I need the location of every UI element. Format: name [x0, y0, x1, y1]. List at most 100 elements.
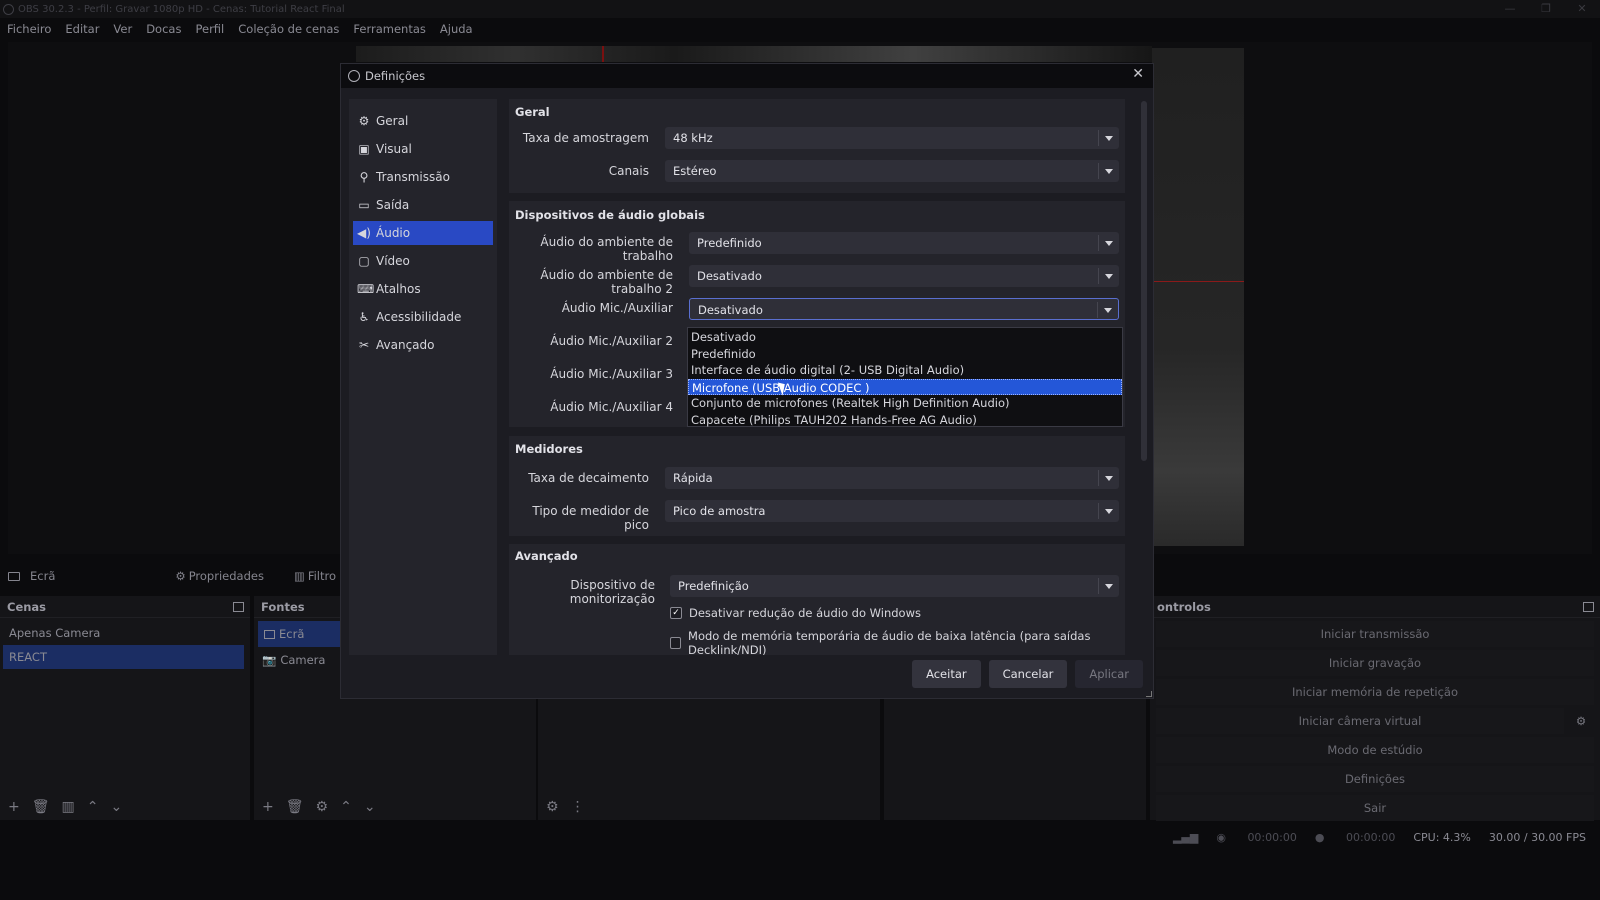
scenes-dock: Cenas Apenas Camera REACT + 🗑 ▥ ⌃ ⌄: [0, 596, 250, 820]
menu-ferramentas[interactable]: Ferramentas: [353, 22, 425, 36]
sources-footer: + 🗑 ⚙ ⌃ ⌄: [254, 794, 536, 820]
sidebar-item-audio[interactable]: ◀) Áudio: [353, 221, 493, 245]
trash-icon[interactable]: 🗑: [32, 799, 50, 815]
close-window-icon[interactable]: ✕: [1564, 0, 1600, 18]
filter-icon[interactable]: ▥: [62, 799, 75, 815]
properties-button[interactable]: ⚙ Propriedades: [175, 569, 264, 583]
mic-aux-2-label: Áudio Mic./Auxiliar 2: [550, 334, 673, 348]
statusbar: ▂▄▆ ◉ 00:00:00 ● 00:00:00 CPU: 4.3% 30.0…: [0, 826, 1600, 848]
accessibility-icon: ♿: [358, 310, 370, 324]
scene-item[interactable]: Apenas Camera: [0, 621, 250, 645]
filters-button[interactable]: ▥ Filtro: [294, 569, 336, 583]
gear-icon[interactable]: ⚙: [316, 799, 329, 815]
chevron-down-icon: [1105, 476, 1113, 481]
sidebar-item-visual[interactable]: ▣ Visual: [353, 137, 493, 161]
add-icon[interactable]: +: [262, 799, 274, 815]
chevron-down-icon: [1105, 169, 1113, 174]
camera-icon: 📷: [262, 653, 277, 667]
move-up-icon[interactable]: ⌃: [340, 799, 352, 815]
gear-icon: ⚙: [358, 114, 370, 128]
current-source: Ecrã: [8, 569, 55, 583]
menu-ver[interactable]: Ver: [113, 22, 132, 36]
controls-dock: ontrolos Iniciar transmissão Iniciar gra…: [1150, 596, 1600, 821]
signal-icon: ▂▄▆: [1172, 830, 1199, 844]
mic-aux-select[interactable]: Desativado: [689, 298, 1119, 320]
decay-rate-select[interactable]: Rápida: [665, 467, 1119, 489]
desktop-audio-label: Áudio do ambiente de trabalho: [540, 235, 673, 263]
sidebar-item-geral[interactable]: ⚙ Geral: [353, 109, 493, 133]
move-up-icon[interactable]: ⌃: [87, 799, 99, 815]
sidebar-item-video[interactable]: ▢ Vídeo: [353, 249, 493, 273]
chevron-down-icon: [1105, 509, 1113, 514]
cancel-button[interactable]: Cancelar: [988, 660, 1068, 688]
dropdown-option-highlighted[interactable]: Microfone (USB Audio CODEC ): [688, 378, 1122, 395]
trash-icon[interactable]: 🗑: [286, 799, 304, 815]
minimize-icon[interactable]: —: [1492, 0, 1528, 18]
sample-rate-select[interactable]: 48 kHz: [665, 127, 1119, 149]
menu-editar[interactable]: Editar: [65, 22, 99, 36]
sidebar-item-acessibilidade[interactable]: ♿ Acessibilidade: [353, 305, 493, 329]
scene-item[interactable]: REACT: [3, 645, 244, 669]
disable-ducking-checkbox[interactable]: ✓ Desativar redução de áudio do Windows: [670, 606, 921, 620]
checkmark-icon: ✓: [670, 607, 682, 619]
menu-ficheiro[interactable]: Ficheiro: [7, 22, 51, 36]
resize-grip-icon[interactable]: [1146, 691, 1152, 697]
checkbox-empty: [670, 637, 682, 649]
sidebar-item-saida[interactable]: ▭ Saída: [353, 193, 493, 217]
move-down-icon[interactable]: ⌄: [364, 799, 376, 815]
fps-readout: 30.00 / 30.00 FPS: [1488, 830, 1586, 844]
sidebar-item-transmissao[interactable]: ⚲ Transmissão: [353, 165, 493, 189]
more-options-icon[interactable]: ⋮: [571, 799, 585, 815]
close-icon[interactable]: ✕: [1132, 66, 1144, 82]
add-icon[interactable]: +: [8, 799, 20, 815]
menu-perfil[interactable]: Perfil: [195, 22, 224, 36]
monitor-icon: ▢: [358, 254, 370, 268]
low-latency-checkbox[interactable]: Modo de memória temporária de áudio de b…: [670, 629, 1125, 655]
undock-icon[interactable]: [233, 602, 244, 612]
window-title: OBS 30.2.3 - Perfil: Gravar 1080p HD - C…: [18, 3, 345, 15]
tools-icon: ✂: [358, 338, 370, 352]
stream-time: ◉ 00:00:00: [1216, 830, 1297, 844]
desktop-audio-select[interactable]: Predefinido: [689, 232, 1119, 254]
menu-docas[interactable]: Docas: [146, 22, 181, 36]
mic-aux-label: Áudio Mic./Auxiliar: [561, 301, 673, 315]
desktop-audio-2-label: Áudio do ambiente de trabalho 2: [540, 268, 673, 296]
dialog-title: Definições: [365, 69, 426, 83]
dropdown-option[interactable]: Interface de áudio digital (2- USB Digit…: [688, 362, 1122, 379]
dropdown-option[interactable]: Desativado: [688, 329, 1122, 346]
dropdown-option[interactable]: Conjunto de microfones (Realtek High Def…: [688, 395, 1122, 412]
studio-mode-button[interactable]: Modo de estúdio: [1156, 737, 1594, 763]
apply-button[interactable]: Aplicar: [1075, 660, 1143, 688]
maximize-icon[interactable]: ❐: [1528, 0, 1564, 18]
preview-video-right: [1152, 48, 1244, 546]
channels-select[interactable]: Estéreo: [665, 160, 1119, 182]
move-down-icon[interactable]: ⌄: [110, 799, 122, 815]
settings-scrollbar[interactable]: [1141, 101, 1147, 461]
ok-button[interactable]: Aceitar: [912, 660, 981, 688]
sidebar-item-avancado[interactable]: ✂ Avançado: [353, 333, 493, 357]
monitoring-device-select[interactable]: Predefinição: [670, 575, 1119, 597]
exit-button[interactable]: Sair: [1156, 795, 1594, 821]
sidebar-item-atalhos[interactable]: ⌨ Atalhos: [353, 277, 493, 301]
speaker-icon: ◀): [357, 226, 371, 240]
undock-icon[interactable]: [1583, 602, 1594, 612]
cpu-usage: CPU: 4.3%: [1413, 830, 1471, 844]
desktop-audio-2-select[interactable]: Desativado: [689, 265, 1119, 287]
virtual-camera-settings-icon[interactable]: ⚙: [1568, 708, 1594, 734]
mixer-settings-icon[interactable]: ⚙: [546, 799, 559, 815]
start-replay-buffer-button[interactable]: Iniciar memória de repetição: [1156, 679, 1594, 705]
start-streaming-button[interactable]: Iniciar transmissão: [1156, 621, 1594, 647]
dropdown-option[interactable]: Predefinido: [688, 346, 1122, 363]
start-recording-button[interactable]: Iniciar gravação: [1156, 650, 1594, 676]
menu-colecao-cenas[interactable]: Coleção de cenas: [238, 22, 339, 36]
gear-icon: ⚙: [175, 569, 186, 583]
menu-ajuda[interactable]: Ajuda: [440, 22, 473, 36]
keyboard-icon: ⌨: [357, 282, 375, 296]
peak-meter-select[interactable]: Pico de amostra: [665, 500, 1119, 522]
start-virtual-camera-button[interactable]: Iniciar câmera virtual ⚙: [1156, 708, 1586, 734]
mic-aux-4-label: Áudio Mic./Auxiliar 4: [550, 400, 673, 414]
group-title: Geral: [515, 105, 550, 119]
dropdown-option[interactable]: Capacete (Philips TAUH202 Hands-Free AG …: [688, 412, 1122, 429]
group-title: Medidores: [515, 442, 583, 456]
settings-button[interactable]: Definições: [1156, 766, 1594, 792]
